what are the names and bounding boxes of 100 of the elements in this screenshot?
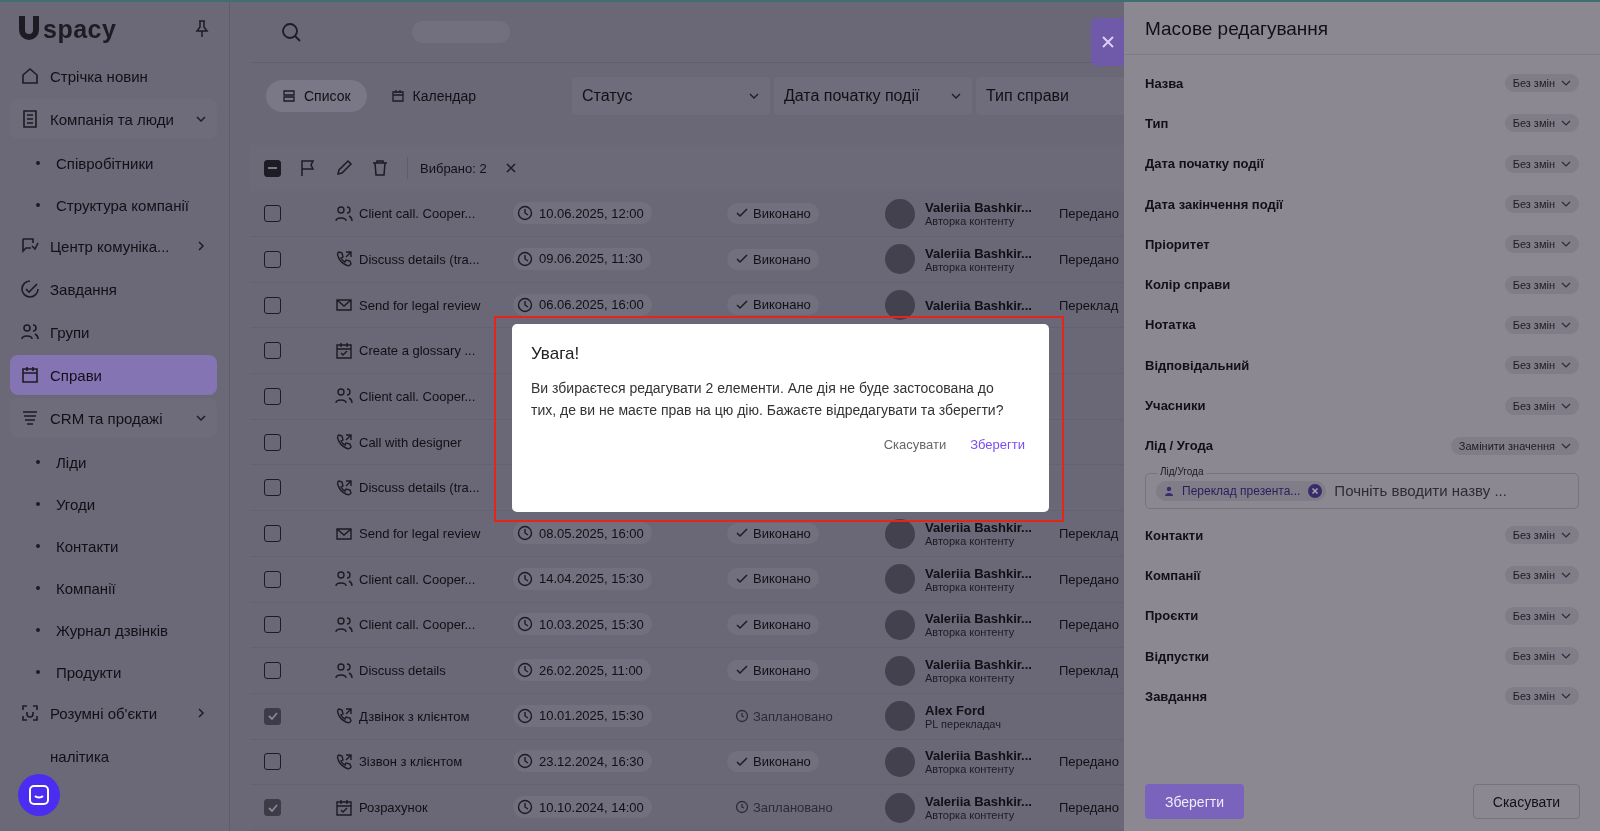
activity-title[interactable]: Send for legal review xyxy=(359,297,481,313)
mode-dropdown[interactable]: Без змін xyxy=(1504,195,1579,214)
activity-title[interactable]: Discuss details (tra... xyxy=(359,480,480,496)
nav-item[interactable]: Розумні об'єкти xyxy=(10,693,217,733)
nav-item[interactable]: налітика xyxy=(10,736,217,776)
activity-type-icon xyxy=(335,707,353,726)
row-checkbox[interactable] xyxy=(264,205,281,223)
save-button[interactable]: Зберегти xyxy=(1145,784,1244,819)
row-checkbox[interactable] xyxy=(264,616,281,634)
nav-subitem[interactable]: Співробітники xyxy=(10,142,217,184)
row-checkbox[interactable] xyxy=(264,662,281,680)
activity-title[interactable]: Call with designer xyxy=(359,434,462,450)
mode-dropdown[interactable]: Без змін xyxy=(1504,606,1579,625)
nav-item[interactable]: Завдання xyxy=(10,269,217,309)
nav-subitem[interactable]: Журнал дзвінків xyxy=(10,609,217,651)
row-checkbox[interactable] xyxy=(264,525,281,542)
trash-icon[interactable] xyxy=(371,159,389,178)
row-checkbox[interactable] xyxy=(264,387,281,405)
nav-icon xyxy=(20,109,40,129)
save-button[interactable]: Зберегти xyxy=(966,433,1029,456)
field-label: Тип xyxy=(1145,115,1169,131)
view-icon xyxy=(282,88,296,103)
nav-subitem[interactable]: Угоди xyxy=(10,483,217,525)
mode-dropdown[interactable]: Без змін xyxy=(1504,74,1579,93)
avatar xyxy=(885,655,915,686)
person-name: Valeriia Bashkir... xyxy=(925,245,1032,261)
activity-type-icon xyxy=(335,798,353,817)
pin-icon[interactable] xyxy=(195,20,209,38)
field-label: Колір справи xyxy=(1145,277,1231,293)
date-pill: 08.05.2025, 16:00 xyxy=(513,522,652,544)
activity-type-icon xyxy=(335,661,353,680)
activity-title[interactable]: Discuss details (tra... xyxy=(359,251,480,267)
activity-title[interactable]: Client call. Cooper... xyxy=(359,388,476,404)
activity-title[interactable]: Discuss details xyxy=(359,663,446,679)
nav-item[interactable]: Справи xyxy=(10,355,217,395)
filter-dropdown[interactable]: Тип справи xyxy=(975,76,1124,115)
activity-title[interactable]: Send for legal review xyxy=(359,526,481,541)
row-checkbox[interactable] xyxy=(264,707,281,725)
nav-subitem[interactable]: Структура компанії xyxy=(10,184,217,226)
cancel-button[interactable]: Скасувати xyxy=(879,433,951,456)
row-checkbox[interactable] xyxy=(264,799,281,817)
mode-dropdown[interactable]: Без змін xyxy=(1504,566,1579,585)
filter-dropdown[interactable]: Статус xyxy=(571,76,770,115)
avatar xyxy=(885,564,915,595)
mode-dropdown[interactable]: Без змін xyxy=(1504,315,1579,334)
mode-dropdown[interactable]: Без змін xyxy=(1504,526,1579,545)
nav-item[interactable]: Стрічка новин xyxy=(10,56,217,96)
nav-item[interactable]: Групи xyxy=(10,312,217,352)
activity-title[interactable]: Create a glossary ... xyxy=(359,343,476,359)
check-icon xyxy=(735,297,749,312)
person-role: Авторка контенту xyxy=(925,260,1016,273)
row-checkbox[interactable] xyxy=(264,570,281,588)
mode-dropdown[interactable]: Без змін xyxy=(1504,356,1579,375)
nav-item[interactable]: Центр комуніка... xyxy=(10,226,217,266)
activity-type-icon xyxy=(335,387,353,406)
filter-dropdown[interactable]: Дата початку події xyxy=(773,76,972,115)
mode-dropdown[interactable]: Без змін xyxy=(1504,235,1579,254)
mode-dropdown[interactable]: Без змін xyxy=(1504,114,1579,133)
nav-subitem[interactable]: Продукти xyxy=(10,651,217,693)
chevron-down-icon xyxy=(1561,651,1571,661)
row-checkbox[interactable] xyxy=(264,250,281,268)
view-tab[interactable]: Список xyxy=(266,79,367,112)
pencil-icon[interactable] xyxy=(335,159,353,178)
clock-icon xyxy=(517,753,533,770)
mode-dropdown[interactable]: Замінити значення xyxy=(1450,436,1579,455)
view-tab[interactable]: Календар xyxy=(374,79,492,112)
row-checkbox[interactable] xyxy=(264,342,281,360)
mode-dropdown[interactable]: Без змін xyxy=(1504,647,1579,665)
cancel-button[interactable]: Скасувати xyxy=(1473,784,1580,819)
selected-chip[interactable]: Переклад презента... xyxy=(1156,480,1327,501)
flag-icon[interactable] xyxy=(299,159,317,178)
activity-title[interactable]: Client call. Cooper... xyxy=(359,571,476,587)
chat-launcher-icon[interactable] xyxy=(18,774,60,816)
remove-chip-icon[interactable] xyxy=(1308,483,1323,498)
mode-dropdown[interactable]: Без змін xyxy=(1504,687,1579,706)
close-button[interactable] xyxy=(1091,18,1124,66)
row-checkbox[interactable] xyxy=(264,479,281,497)
search-icon[interactable] xyxy=(280,20,302,43)
activity-title[interactable]: Дзвінок з клієнтом xyxy=(359,708,470,724)
mode-dropdown[interactable]: Без змін xyxy=(1504,154,1579,173)
selected-count: Вибрано: 2 xyxy=(420,160,487,176)
mode-dropdown[interactable]: Без змін xyxy=(1504,275,1579,294)
nav-subitem[interactable]: Компанії xyxy=(10,567,217,609)
activity-title[interactable]: Розрахунок xyxy=(359,800,428,816)
clock-icon xyxy=(517,296,533,313)
row-checkbox[interactable] xyxy=(264,296,281,314)
date-pill: 23.12.2024, 16:30 xyxy=(513,750,652,773)
avatar xyxy=(885,701,915,732)
row-checkbox[interactable] xyxy=(264,433,281,451)
logo-text: spacy xyxy=(43,14,117,44)
select-all-checkbox[interactable] xyxy=(264,159,281,177)
mode-dropdown[interactable]: Без змін xyxy=(1504,396,1579,415)
row-checkbox[interactable] xyxy=(264,753,281,771)
nav-subitem[interactable]: Ліди xyxy=(10,441,217,483)
clear-selection-icon[interactable] xyxy=(504,162,517,175)
activity-title[interactable]: Client call. Cooper... xyxy=(359,206,476,222)
activity-title[interactable]: Зізвон з клієнтом xyxy=(359,754,463,770)
activity-title[interactable]: Client call. Cooper... xyxy=(359,617,476,633)
clock-icon xyxy=(517,250,533,267)
nav-subitem[interactable]: Контакти xyxy=(10,525,217,567)
